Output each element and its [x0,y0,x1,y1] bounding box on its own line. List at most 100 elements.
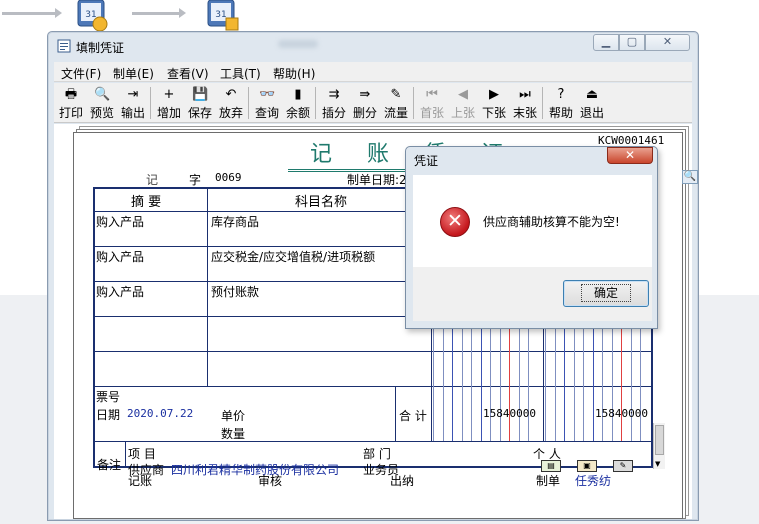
window-title: 填制凭证 [76,41,125,55]
toolbar-button-4[interactable]: 💾 保存 [185,84,215,122]
dialog-message: 供应商辅助核算不能为空! [483,215,620,229]
menu-help[interactable]: 帮助(H) [273,65,315,82]
menu-voucher[interactable]: 制单(E) [113,65,154,82]
svg-text:31: 31 [215,10,226,20]
toolbar-separator [248,87,249,119]
toolbar-button-8[interactable]: ⇉ 插分 [319,84,349,122]
toolbar-button-14[interactable]: ⏭ 末张 [510,84,540,122]
last-record-icon: ⏭ [519,87,531,102]
row-3-summary[interactable]: 购入产品 [96,283,144,300]
minimize-button[interactable]: ▁ [593,34,619,51]
toolbar-button-16[interactable]: ⏏ 退出 [577,84,607,122]
menu-tools[interactable]: 工具(T) [220,65,261,82]
row-1-account[interactable]: 库存商品 [211,213,259,230]
toolbar-label: 末张 [512,106,537,120]
toolbar-label: 插分 [321,106,346,120]
menu-view[interactable]: 查看(V) [167,65,209,82]
toolbar-label: 删分 [352,106,377,120]
toolbar-label: 增加 [156,106,181,120]
toolbar-button-9[interactable]: ⇛ 删分 [350,84,380,122]
prev-record-icon: ◀ [458,87,468,102]
ticket-label: 票号 [96,390,121,404]
menu-bar: 文件(F) 制单(E) 查看(V) 工具(T) 帮助(H) [54,62,692,82]
toolbar-button-2[interactable]: ⇥ 输出 [118,84,148,122]
dialog-footer: 确定 [413,267,652,321]
toolbar-separator [413,87,414,119]
voucher-type[interactable]: 记 [146,171,158,188]
dialog-title: 凭证 [414,154,439,168]
search-icon[interactable]: 🔍 [682,170,698,184]
flow-arrow-icon [132,8,186,18]
price-label: 单价 [221,409,246,423]
balance-chart-icon: ▮ [294,87,302,102]
sign-review: 审核 [258,474,283,488]
toolbar-button-11[interactable]: ⏮ 首张 [417,84,447,122]
next-record-icon: ▶ [489,87,499,102]
row-1-summary[interactable]: 购入产品 [96,213,144,230]
toolbar-button-13[interactable]: ▶ 下张 [479,84,509,122]
dialog-close-button[interactable]: ✕ [607,147,653,164]
toolbar-button-12[interactable]: ◀ 上张 [448,84,478,122]
toolbar-label: 打印 [58,106,83,120]
debit-total: 15840000 [483,407,536,420]
department-label: 部 门 [363,447,391,461]
delete-row-icon: ⇛ [359,87,371,102]
ledger-icon[interactable]: ▤ [541,460,561,472]
toolbar-label: 退出 [579,106,604,120]
toolbar-label: 预览 [89,106,114,120]
export-icon: ⇥ [127,87,139,102]
toolbar-label: 输出 [120,106,145,120]
calendar-app-icon[interactable]: 31 [202,0,242,34]
pen-icon[interactable]: ✎ [613,460,633,472]
toolbar-label: 帮助 [548,106,573,120]
toolbar-button-10[interactable]: ✎ 流量 [381,84,411,122]
date-field-label: 日期 [96,408,121,422]
toolbar-separator [150,87,151,119]
binoculars-icon: 👓 [259,87,276,102]
toolbar-label: 下张 [481,106,506,120]
ok-button[interactable]: 确定 [563,280,649,307]
maximize-button[interactable]: ▢ [619,34,645,51]
ok-button-label: 确定 [580,284,631,302]
toolbar-button-15[interactable]: ? 帮助 [546,84,576,122]
app-icon [57,39,71,53]
voucher-number[interactable]: 0069 [215,171,242,184]
save-icon: 💾 [192,87,209,102]
toolbar-button-0[interactable]: 🖶 打印 [56,84,86,122]
toolbar-button-5[interactable]: ↶ 放弃 [216,84,246,122]
vertical-scrollbar[interactable]: ▼ [653,423,665,469]
card-icon[interactable]: ▣ [577,460,597,472]
toolbar-button-6[interactable]: 👓 查询 [252,84,282,122]
toolbar-label: 上张 [450,106,475,120]
toolbar-label: 余额 [285,106,310,120]
scrollbar-thumb[interactable] [655,425,664,455]
sign-bookkeeping: 记账 [128,474,153,488]
window-titlebar[interactable]: 填制凭证 ▁ ▢ ✕ [48,32,698,60]
toolbar-label: 放弃 [218,106,243,120]
toolbar-button-1[interactable]: 🔍 预览 [87,84,117,122]
toolbar-label: 首张 [419,106,444,120]
toolbar: 🖶 打印 🔍 预览 ⇥ 输出 + 增加 💾 保存 ↶ 放弃 👓 查询 ▮ 余额 ⇉ 插分 ⇛ 删分 ✎ 流量 ⏮ 首张 ◀ 上张 ▶… [54,83,692,123]
date-field-value[interactable]: 2020.07.22 [127,407,193,420]
preview-icon: 🔍 [94,87,111,102]
supplier-value[interactable]: 四川利君精华制药股份有限公司 [171,461,339,478]
quantity-label: 数量 [221,427,246,441]
dialog-body: ✕ 供应商辅助核算不能为空! [413,175,652,267]
help-icon: ? [557,87,565,102]
error-icon: ✕ [440,207,470,237]
project-label: 项 目 [128,447,156,461]
menu-file[interactable]: 文件(F) [61,65,101,82]
toolbar-label: 流量 [383,106,408,120]
column-account-header: 科目名称 [295,195,348,210]
toolbar-button-7[interactable]: ▮ 余额 [283,84,313,122]
close-button[interactable]: ✕ [645,34,690,51]
row-3-account[interactable]: 预付账款 [211,283,259,300]
flow-arrow-icon [2,8,62,18]
calendar-app-icon[interactable]: 31 [72,0,112,34]
toolbar-button-3[interactable]: + 增加 [154,84,184,122]
error-dialog: 凭证 ✕ ✕ 供应商辅助核算不能为空! 确定 [405,146,658,329]
row-2-summary[interactable]: 购入产品 [96,248,144,265]
insert-row-icon: ⇉ [328,87,340,102]
scroll-down-icon[interactable]: ▼ [655,460,660,468]
row-2-account[interactable]: 应交税金/应交增值税/进项税额 [211,248,375,265]
